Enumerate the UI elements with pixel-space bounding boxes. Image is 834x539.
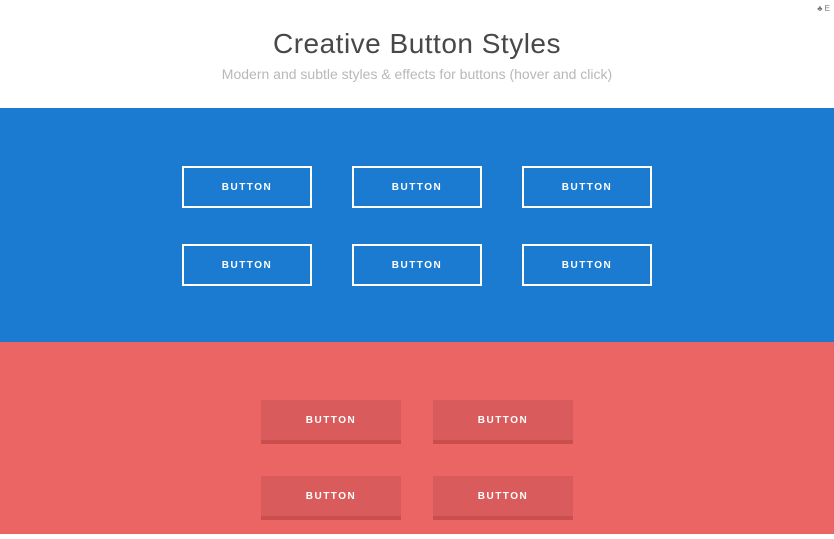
page-header: Creative Button Styles Modern and subtle… <box>0 0 834 108</box>
outline-button[interactable]: BUTTON <box>522 166 652 208</box>
raised-button[interactable]: BUTTON <box>433 476 573 516</box>
raised-button[interactable]: BUTTON <box>433 400 573 440</box>
section-red: BUTTON BUTTON BUTTON BUTTON <box>0 342 834 534</box>
outline-button[interactable]: BUTTON <box>352 166 482 208</box>
outline-button[interactable]: BUTTON <box>522 244 652 286</box>
section-blue: BUTTON BUTTON BUTTON BUTTON BUTTON BUTTO… <box>0 108 834 342</box>
top-corner-badge: ♣ E <box>817 4 830 13</box>
button-row: BUTTON BUTTON BUTTON <box>182 166 652 208</box>
outline-button[interactable]: BUTTON <box>352 244 482 286</box>
button-row: BUTTON BUTTON BUTTON <box>182 244 652 286</box>
button-row: BUTTON BUTTON <box>261 400 573 440</box>
page-title: Creative Button Styles <box>20 28 814 60</box>
outline-button[interactable]: BUTTON <box>182 244 312 286</box>
raised-button[interactable]: BUTTON <box>261 400 401 440</box>
raised-button[interactable]: BUTTON <box>261 476 401 516</box>
outline-button[interactable]: BUTTON <box>182 166 312 208</box>
button-row: BUTTON BUTTON <box>261 476 573 516</box>
page-subtitle: Modern and subtle styles & effects for b… <box>20 66 814 82</box>
